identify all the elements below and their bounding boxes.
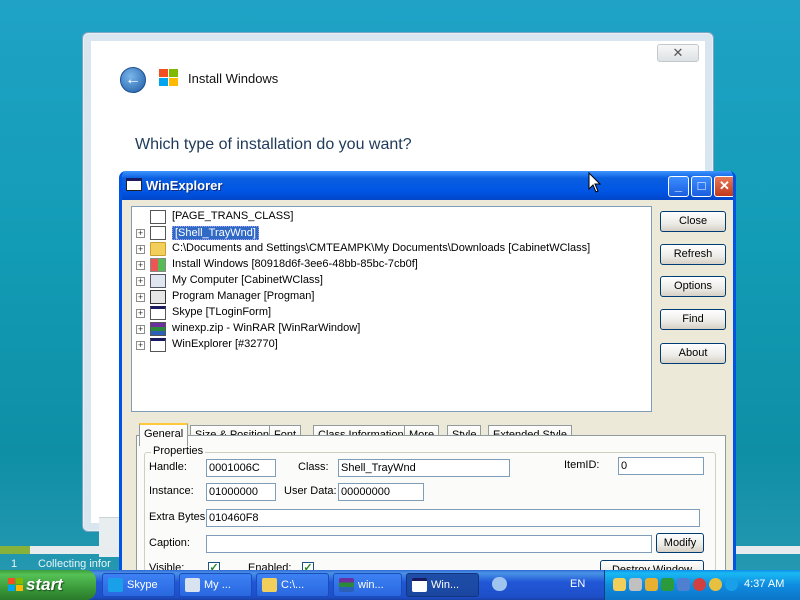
program-manager-icon [150, 290, 166, 304]
winrar-icon [150, 322, 166, 336]
winexplorer-app-icon [126, 178, 142, 191]
tray-messenger-icon[interactable] [709, 578, 722, 591]
close-window-button[interactable]: ✕ [714, 176, 733, 197]
taskbar-button-label: Win... [431, 579, 460, 591]
tree-item-label: Skype [TLoginForm] [172, 306, 272, 318]
setup-status-text: Collecting infor [38, 558, 111, 570]
tray-security-icon[interactable] [693, 578, 706, 591]
tab-general[interactable]: General [139, 423, 189, 446]
windows-install-icon [150, 258, 166, 272]
modify-button[interactable]: Modify [656, 533, 704, 553]
about-button[interactable]: About [660, 343, 726, 364]
clock: 4:37 AM [744, 578, 785, 590]
class-label: Class: [298, 461, 329, 473]
tree-item-label: [PAGE_TRANS_CLASS] [172, 210, 294, 222]
refresh-button[interactable]: Refresh [660, 244, 726, 265]
taskbar-button-folder[interactable]: C:\... [256, 573, 329, 597]
winexplorer-titlebar[interactable]: WinExplorer _ □ ✕ [122, 171, 733, 200]
expand-icon[interactable]: + [136, 341, 145, 350]
tray-skype-icon[interactable] [725, 578, 738, 591]
handle-field[interactable]: 0001006C [206, 459, 276, 477]
window-icon [150, 306, 166, 320]
installation-type-question: Which type of installation do you want? [135, 136, 412, 153]
itemid-label: ItemID: [564, 459, 600, 471]
system-tray: 4:37 AM [604, 570, 800, 600]
computer-icon [150, 274, 166, 288]
taskbar-button-skype[interactable]: Skype [102, 573, 175, 597]
instance-label: Instance: [149, 485, 194, 497]
window-icon [150, 338, 166, 352]
extra-bytes-field[interactable]: 010460F8 [206, 509, 700, 527]
handle-label: Handle: [149, 461, 187, 473]
tray-network-icon[interactable] [661, 578, 674, 591]
expand-icon[interactable]: + [136, 277, 145, 286]
taskbar-button-winrar[interactable]: win... [333, 573, 402, 597]
winexplorer-title: WinExplorer [146, 178, 223, 193]
class-field[interactable]: Shell_TrayWnd [338, 459, 510, 477]
tree-item-label: winexp.zip - WinRAR [WinRarWindow] [172, 322, 361, 334]
maximize-button[interactable]: □ [691, 176, 712, 197]
user-data-label: User Data: [284, 485, 337, 497]
tray-folder-icon[interactable] [613, 578, 626, 591]
start-label: start [26, 575, 63, 594]
options-button[interactable]: Options [660, 276, 726, 297]
windows-flag-icon [159, 69, 181, 89]
tray-shield-icon[interactable] [645, 578, 658, 591]
tray-monitor-icon[interactable] [677, 578, 690, 591]
tree-item-label: WinExplorer [#32770] [172, 338, 278, 350]
expand-icon[interactable]: + [136, 293, 145, 302]
expand-icon[interactable]: + [136, 325, 145, 334]
instance-field[interactable]: 01000000 [206, 483, 276, 501]
taskbar-button-label: C:\... [281, 579, 305, 591]
tree-item-label: My Computer [CabinetWClass] [172, 274, 323, 286]
properties-group-label: Properties [151, 445, 206, 457]
user-data-field[interactable]: 00000000 [338, 483, 424, 501]
taskbar-button-label: Skype [127, 579, 158, 591]
expand-icon[interactable]: + [136, 245, 145, 254]
expand-icon[interactable]: + [136, 261, 145, 270]
taskbar-button-label: My ... [204, 579, 231, 591]
caption-field[interactable] [206, 535, 652, 553]
taskbar-button-label: win... [358, 579, 384, 591]
winrar-icon [339, 578, 354, 592]
tray-device-icon[interactable] [629, 578, 642, 591]
winexplorer-window: WinExplorer _ □ ✕ [PAGE_TRANS_CLASS] + [… [119, 171, 736, 575]
blank-window-icon [150, 210, 166, 224]
extra-bytes-label: Extra Bytes: [149, 511, 209, 523]
close-button[interactable]: Close [660, 211, 726, 232]
mouse-cursor-icon [588, 172, 602, 193]
expand-icon[interactable]: + [136, 309, 145, 318]
windows-flag-icon [8, 578, 23, 592]
back-arrow-icon[interactable]: ← [120, 67, 146, 93]
window-tree[interactable]: [PAGE_TRANS_CLASS] + [Shell_TrayWnd] + C… [131, 206, 652, 412]
taskbar-button-winexplorer[interactable]: Win... [406, 573, 479, 597]
minimize-button[interactable]: _ [668, 176, 689, 197]
blank-window-icon [150, 226, 166, 240]
install-close-button[interactable]: ✕ [657, 44, 699, 62]
expand-icon[interactable]: + [136, 229, 145, 238]
find-button[interactable]: Find [660, 309, 726, 330]
taskbar: start Skype My ... C:\... win... Win... … [0, 570, 800, 600]
language-indicator[interactable]: EN [570, 578, 585, 590]
tree-item-label-selected: [Shell_TrayWnd] [172, 226, 259, 240]
quick-launch-icon[interactable] [488, 573, 514, 597]
folder-icon [150, 242, 166, 256]
taskbar-button-my-computer[interactable]: My ... [179, 573, 252, 597]
network-icon [492, 577, 507, 591]
tree-item-label: C:\Documents and Settings\CMTEAMPK\My Do… [172, 242, 591, 254]
setup-step-number: 1 [11, 558, 18, 570]
caption-label: Caption: [149, 537, 190, 549]
tree-item-label: Install Windows [80918d6f-3ee6-48bb-85bc… [172, 258, 418, 270]
tree-item-label: Program Manager [Progman] [172, 290, 315, 302]
itemid-field[interactable]: 0 [618, 457, 704, 475]
start-button[interactable]: start [0, 570, 96, 600]
winexplorer-icon [412, 578, 427, 592]
my-computer-icon [185, 578, 200, 592]
skype-icon [108, 578, 123, 592]
install-windows-title: Install Windows [188, 71, 279, 86]
folder-icon [262, 578, 277, 592]
